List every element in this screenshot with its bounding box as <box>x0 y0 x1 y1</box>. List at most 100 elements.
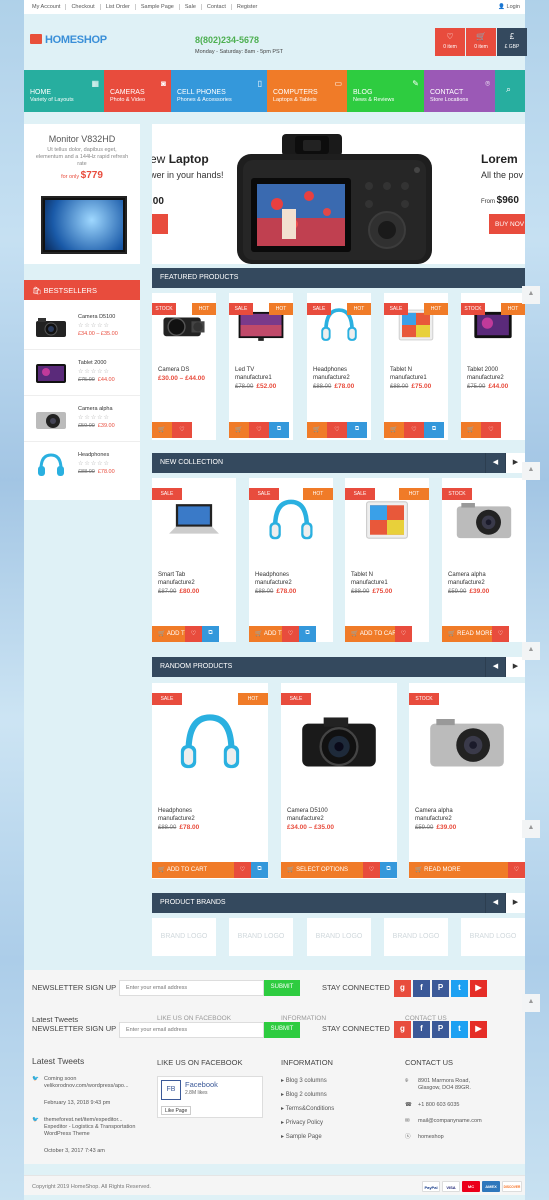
compare-button[interactable]: ⧉ <box>269 422 289 438</box>
product-image[interactable] <box>409 697 525 787</box>
wishlist-button[interactable]: ♡ <box>172 422 192 438</box>
wishlist-button[interactable]: ♡ <box>327 422 347 438</box>
add-to-cart-button[interactable]: 🛒 <box>461 422 481 438</box>
add-to-cart-button[interactable]: 🛒 <box>384 422 404 438</box>
facebook-icon[interactable]: f <box>413 980 430 997</box>
facebook-icon[interactable]: f <box>413 1021 430 1038</box>
pinterest-icon[interactable]: P <box>432 980 449 997</box>
product-name[interactable]: Camera alpha manufacture2 <box>448 571 486 587</box>
brand-logo[interactable]: BRAND LOGO <box>384 918 448 956</box>
product-name[interactable]: Headphones manufacture2 <box>158 807 195 823</box>
scroll-up-button[interactable]: ▲ <box>522 820 540 838</box>
product-name[interactable]: Camera DS <box>158 366 189 374</box>
compare-button[interactable]: ⧉ <box>299 626 316 642</box>
list-item[interactable]: Camera alpha ☆☆☆☆☆ £59.00 £39.00 <box>24 396 140 442</box>
compare-button[interactable]: ⧉ <box>347 422 367 438</box>
info-link-terms[interactable]: ▸ Terms&Conditions <box>281 1106 334 1113</box>
add-to-cart-button[interactable]: 🛒 ADD TO CA <box>152 626 185 642</box>
product-card[interactable]: SALE HOT Headphones manufacture2 £88.00 £78.0… <box>307 293 371 440</box>
scroll-up-button[interactable]: ▲ <box>522 462 540 480</box>
add-to-cart-button[interactable]: 🛒 READ MORE <box>442 626 492 642</box>
wishlist-button[interactable]: ♡ <box>508 862 525 878</box>
pinterest-icon[interactable]: P <box>432 1021 449 1038</box>
wishlist-button[interactable]: ♡ <box>363 862 380 878</box>
list-item[interactable]: Tablet 2000 ☆☆☆☆☆ £75.00 £44.00 <box>24 350 140 396</box>
top-link-checkout[interactable]: Checkout <box>66 4 101 10</box>
twitter-icon[interactable]: t <box>451 980 468 997</box>
contact-email[interactable]: mail@companyname.com <box>418 1118 482 1125</box>
next-arrow-button[interactable]: ▶ <box>505 657 525 677</box>
add-to-cart-button[interactable]: 🛒 <box>307 422 327 438</box>
brand-logo[interactable]: BRAND LOGO <box>461 918 525 956</box>
top-link-my-account[interactable]: My Account <box>32 4 67 10</box>
nav-blog[interactable]: ✎ BLOG News & Reviews <box>347 70 424 112</box>
scroll-up-button[interactable]: ▲ <box>522 286 540 304</box>
wishlist-button[interactable]: ♡ <box>185 626 202 642</box>
wishlist-button[interactable]: ♡ <box>249 422 269 438</box>
nav-contact[interactable]: ⌾ CONTACT Store Locations <box>424 70 495 112</box>
wishlist-button[interactable]: ♡ <box>282 626 299 642</box>
info-link-blog-3[interactable]: ▸ Blog 3 columns <box>281 1078 327 1085</box>
hero-left-button[interactable] <box>152 214 168 234</box>
add-to-cart-button[interactable]: 🛒 ADD TO CA <box>249 626 282 642</box>
wishlist-button[interactable]: ♡ <box>234 862 251 878</box>
product-card[interactable]: SALE HOT Headphones manufacture2 £88.00 £78.0… <box>249 478 333 642</box>
nav-cell-phones[interactable]: ▯ CELL PHONES Phones & Accessories <box>171 70 267 112</box>
top-link-register[interactable]: Register <box>232 4 262 10</box>
product-card[interactable]: SALE HOT Led TV manufacture1 £78.00 £52.00 🛒 ♡ ⧉ <box>229 293 293 440</box>
compare-button[interactable]: ⧉ <box>424 422 444 438</box>
list-item[interactable]: Headphones ☆☆☆☆☆ £88.00 £78.00 <box>24 442 140 488</box>
currency-button[interactable]: £ £ GBP <box>497 28 527 56</box>
newsletter-submit-button[interactable]: SUBMIT <box>264 1022 300 1038</box>
youtube-icon[interactable]: ▶ <box>470 1021 487 1038</box>
product-name[interactable]: Tablet N manufacture1 <box>351 571 388 587</box>
compare-button[interactable]: ⧉ <box>202 626 219 642</box>
product-card[interactable]: SALE Camera D5100 manufacture2 £34.00 – £35… <box>281 683 397 879</box>
product-card[interactable]: SALE Smart Tab manufacture2 £87.00 £80.00 🛒 A… <box>152 478 236 642</box>
product-card[interactable]: SALE HOT Tablet N manufacture1 £88.00 £75.00 🛒… <box>345 478 429 642</box>
wishlist-button[interactable]: ♡ <box>404 422 424 438</box>
tweet-1-link[interactable]: velikorodnov.com/wordpress/apo... <box>44 1083 129 1089</box>
wishlist-button[interactable]: ♡ <box>481 422 501 438</box>
prev-arrow-button[interactable]: ◀ <box>485 453 505 473</box>
facebook-like-button[interactable]: Like Page <box>161 1106 192 1115</box>
facebook-widget[interactable]: FB Facebook 2.8M likes Like Page <box>157 1076 263 1118</box>
add-to-cart-button[interactable]: 🛒 <box>152 422 172 438</box>
product-name[interactable]: Headphones manufacture2 <box>313 366 350 382</box>
product-card[interactable]: SALE HOT Headphones manufacture2 £88.00 £78.0… <box>152 683 268 879</box>
prev-arrow-button[interactable]: ◀ <box>485 657 505 677</box>
add-to-cart-button[interactable]: 🛒 SELECT OPTIONS <box>281 862 363 878</box>
google-plus-icon[interactable]: g <box>394 980 411 997</box>
wishlist-button[interactable]: ♡ 0 item <box>435 28 465 56</box>
top-link-contact[interactable]: Contact <box>202 4 232 10</box>
google-plus-icon[interactable]: g <box>394 1021 411 1038</box>
side-banner[interactable]: Monitor V832HD Ut tellus dolor, dapibus … <box>24 124 140 264</box>
compare-button[interactable]: ⧉ <box>251 862 268 878</box>
brand-logo[interactable]: BRAND LOGO <box>229 918 293 956</box>
add-to-cart-button[interactable]: 🛒 READ MORE <box>409 862 508 878</box>
youtube-icon[interactable]: ▶ <box>470 980 487 997</box>
info-link-sample[interactable]: ▸ Sample Page <box>281 1134 322 1141</box>
add-to-cart-button[interactable]: 🛒 ADD TO CART <box>345 626 395 642</box>
nav-cameras[interactable]: ◙ CAMERAS Photo & Video <box>104 70 171 112</box>
product-name[interactable]: Tablet N manufacture1 <box>390 366 427 382</box>
top-link-sample-page[interactable]: Sample Page <box>136 4 180 10</box>
product-name[interactable]: Headphones manufacture2 <box>255 571 292 587</box>
product-name[interactable]: Camera D5100 manufacture2 <box>287 807 328 823</box>
hero-slider[interactable]: ew Laptop wer in your hands! .00 Lorem A… <box>152 124 525 264</box>
product-card[interactable]: STOCK HOT Tablet 2000 manufacture2 £75.00 £44… <box>461 293 525 440</box>
next-arrow-button[interactable]: ▶ <box>505 893 525 913</box>
list-item[interactable]: Camera D5100 ☆☆☆☆☆ £34.00 – £35.00 <box>24 304 140 350</box>
wishlist-button[interactable]: ♡ <box>492 626 509 642</box>
search-button[interactable]: ⌕ <box>495 70 525 112</box>
product-card[interactable]: STOCK Camera alpha manufacture2 £59.00 £39.0… <box>409 683 525 879</box>
add-to-cart-button[interactable]: 🛒 ADD TO CART <box>152 862 234 878</box>
top-link-list-order[interactable]: List Order <box>101 4 136 10</box>
compare-button[interactable]: ⧉ <box>380 862 397 878</box>
info-link-blog-2[interactable]: ▸ Blog 2 columns <box>281 1092 327 1099</box>
product-image[interactable] <box>152 697 268 787</box>
scroll-up-button[interactable]: ▲ <box>522 642 540 660</box>
product-card[interactable]: STOCK HOT Camera DS £30.00 – £44.00 🛒 ♡ <box>152 293 216 440</box>
product-name[interactable]: Led TV manufacture1 <box>235 366 272 382</box>
product-name[interactable]: Smart Tab manufacture2 <box>158 571 195 587</box>
